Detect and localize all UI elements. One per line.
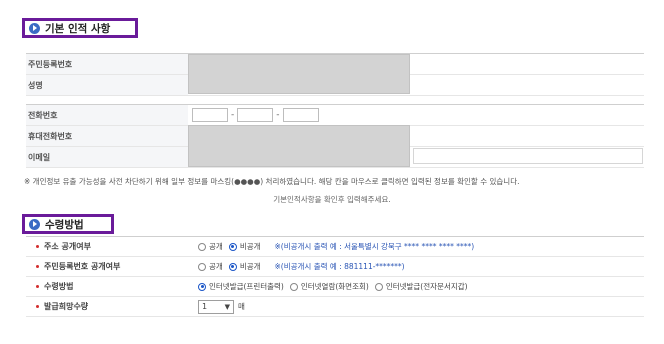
radio-icon[interactable] [198, 242, 206, 251]
confirm-notice: 기본인적사항을 확인후 입력해주세요. [273, 195, 391, 204]
radio-checked-icon[interactable] [228, 262, 237, 271]
radio-icon[interactable] [198, 262, 206, 271]
form-row: 발급희망수량 1 ▼ 매 [26, 297, 644, 317]
field-label: 이메일 [26, 147, 188, 167]
required-dot-icon [36, 305, 39, 308]
section-title-basic-info: 기본 인적 사항 [22, 18, 138, 38]
rrn-public-options: 공개 비공개 ※(비공개시 출력 예 : 881111-*******) [198, 257, 644, 276]
radio-rrn-private[interactable]: 비공개 [228, 261, 261, 272]
radio-internet-wallet[interactable]: 인터넷발급(전자문서지갑) [374, 281, 468, 292]
quantity-controls: 1 ▼ 매 [198, 297, 644, 316]
section-title-receipt-method: 수령방법 [22, 214, 114, 234]
field-label: 휴대전화번호 [26, 126, 188, 146]
phone-field-3[interactable] [282, 108, 319, 122]
chevron-down-icon: ▼ [224, 302, 230, 311]
quantity-select-value: 1 [202, 302, 208, 311]
field-label: 주민등록번호 공개여부 [26, 257, 194, 276]
phone-dash: - [276, 110, 280, 120]
field-label: 주소 공개여부 [26, 237, 194, 256]
form-row: 전화번호 - - [26, 104, 644, 126]
address-public-options: 공개 비공개 ※(비공개시 출력 예 : 서울특별시 강북구 **** ****… [198, 237, 644, 256]
field-label: 전화번호 [26, 105, 188, 125]
address-hint: ※(비공개시 출력 예 : 서울특별시 강북구 **** **** **** *… [274, 242, 475, 251]
masking-notice: ※ 개인정보 유출 가능성을 사전 차단하기 위해 일부 정보를 마스킹(●●●… [24, 177, 520, 186]
radio-rrn-public[interactable]: 공개 [198, 261, 223, 272]
receipt-method-options: 인터넷발급(프린터출력) 인터넷열람(화면조회) 인터넷발급(전자문서지갑) [198, 277, 644, 296]
radio-icon[interactable] [289, 282, 298, 291]
form-row: 주소 공개여부 공개 비공개 ※(비공개시 출력 예 : 서울특별시 강북구 *… [26, 236, 644, 257]
radio-address-private[interactable]: 비공개 [228, 241, 261, 252]
quantity-select[interactable]: 1 ▼ [198, 299, 234, 314]
phone-dash: - [231, 110, 235, 120]
section-title-text: 수령방법 [45, 218, 84, 231]
email-domain-field[interactable] [413, 148, 643, 164]
radio-internet-view[interactable]: 인터넷열람(화면조회) [289, 281, 369, 292]
form-row: 수령방법 인터넷발급(프린터출력) 인터넷열람(화면조회) 인터넷발급(전자문서… [26, 277, 644, 297]
required-dot-icon [36, 245, 39, 248]
quantity-unit: 매 [238, 302, 245, 311]
receipt-method-table: 주소 공개여부 공개 비공개 ※(비공개시 출력 예 : 서울특별시 강북구 *… [26, 236, 644, 317]
phone-field-2[interactable] [237, 108, 274, 122]
radio-checked-icon[interactable] [198, 282, 206, 291]
field-label: 주민등록번호 [26, 54, 188, 74]
radio-internet-print[interactable]: 인터넷발급(프린터출력) [198, 281, 284, 292]
field-label: 수령방법 [26, 277, 194, 296]
radio-checked-icon[interactable] [228, 242, 237, 251]
section-title-text: 기본 인적 사항 [45, 22, 111, 35]
radio-icon[interactable] [374, 282, 383, 291]
radio-address-public[interactable]: 공개 [198, 241, 223, 252]
form-row: 주민등록번호 공개여부 공개 비공개 ※(비공개시 출력 예 : 881111-… [26, 257, 644, 277]
phone-inputs: - - [192, 105, 644, 125]
play-circle-icon [29, 22, 40, 34]
rrn-hint: ※(비공개시 출력 예 : 881111-*******) [274, 262, 405, 271]
required-dot-icon [36, 285, 39, 288]
masked-mobile-email-field[interactable] [188, 125, 410, 167]
field-label: 발급희망수량 [26, 297, 194, 316]
required-dot-icon [36, 265, 39, 268]
phone-field-1[interactable] [192, 108, 228, 122]
play-circle-icon [29, 218, 40, 230]
masked-resident-name-field[interactable] [188, 54, 410, 94]
field-label: 성명 [26, 75, 188, 95]
